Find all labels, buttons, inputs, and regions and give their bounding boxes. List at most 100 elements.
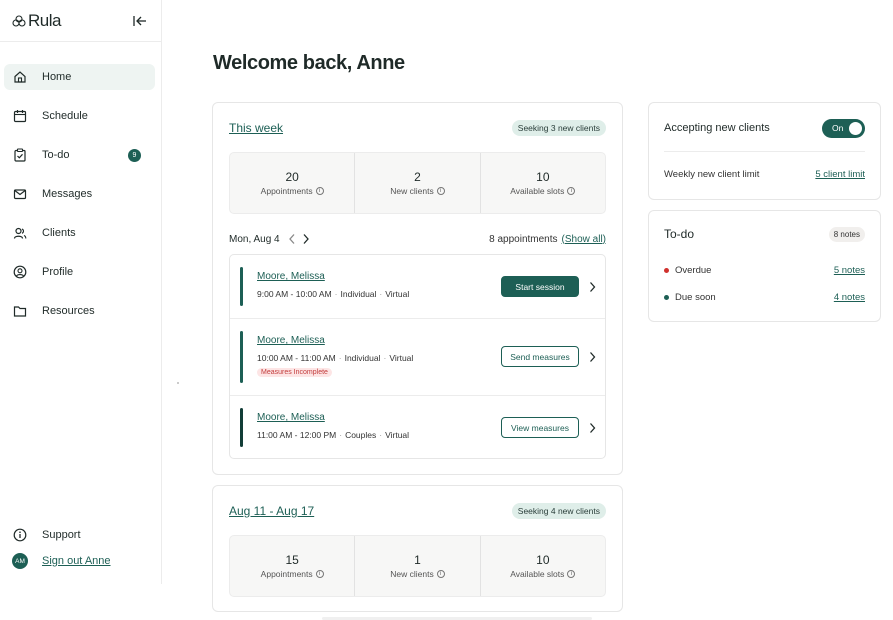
appointment-status-bar — [240, 331, 243, 383]
appointment-time: 9:00 AM - 10:00 AM — [257, 289, 332, 299]
signout-label[interactable]: Sign out Anne — [42, 555, 111, 567]
view-measures-button[interactable]: View measures — [501, 417, 579, 438]
rula-logo[interactable]: Rula — [12, 11, 61, 31]
chevron-left-icon — [288, 234, 295, 244]
accepting-toggle[interactable]: On — [822, 118, 865, 138]
stat-value: 1 — [414, 553, 421, 567]
sidebar-item-label: To-do — [42, 149, 70, 161]
overdue-notes-link[interactable]: 5 notes — [834, 265, 865, 276]
info-icon[interactable]: i — [315, 570, 324, 578]
stat-label-text: Appointments — [260, 569, 313, 579]
support-label: Support — [42, 529, 81, 541]
card-header: Aug 11 - Aug 17 Seeking 4 new clients — [229, 502, 606, 520]
overdue-dot — [664, 268, 669, 273]
sidebar-footer: Support AM Sign out Anne — [4, 522, 155, 574]
due-soon-notes-link[interactable]: 4 notes — [834, 292, 865, 303]
prev-day-button[interactable] — [288, 233, 296, 245]
appointment-row[interactable]: Moore, Melissa 11:00 AM - 12:00 PM · Coupl… — [230, 396, 605, 458]
brand-name: Rula — [28, 10, 61, 30]
show-all-link[interactable]: (Show all) — [562, 234, 606, 245]
rula-logo-icon — [12, 14, 26, 27]
sidebar-item-clients[interactable]: Clients — [4, 220, 155, 246]
week-stats: 15 Appointments i 1 New clients i 10 Avail… — [229, 535, 606, 597]
client-name-link[interactable]: Moore, Melissa — [257, 412, 325, 423]
send-measures-button[interactable]: Send measures — [501, 346, 579, 367]
todo-card: To-do 8 notes Overdue 5 notes Due soon 4… — [648, 210, 881, 322]
appointment-count: 8 appointments — [489, 233, 558, 245]
appointment-mode: Virtual — [389, 353, 414, 363]
this-week-card: This week Seeking 3 new clients 20 Appoi… — [212, 102, 623, 475]
stat-label-text: New clients — [390, 569, 434, 579]
appointment-type: Individual — [340, 289, 377, 299]
support-link[interactable]: Support — [4, 522, 155, 548]
stat-available-slots: 10 Available slots i — [481, 153, 605, 213]
appointment-status-bar — [240, 267, 243, 306]
appointment-list: Moore, Melissa 9:00 AM - 10:00 AM · Indivi… — [229, 254, 606, 459]
seeking-clients-badge: Seeking 3 new clients — [511, 120, 606, 136]
client-limit-link[interactable]: 5 client limit — [815, 169, 865, 180]
stat-appointments: 20 Appointments i — [230, 153, 356, 213]
todo-row-overdue: Overdue 5 notes — [664, 265, 865, 276]
sidebar-item-profile[interactable]: Profile — [4, 259, 155, 285]
appointment-status-bar — [240, 408, 243, 447]
next-week-link[interactable]: Aug 11 - Aug 17 — [229, 504, 314, 518]
divider — [664, 151, 865, 152]
sidebar-item-label: Schedule — [42, 110, 88, 122]
stat-value: 10 — [536, 170, 550, 184]
appointment-row[interactable]: Moore, Melissa 9:00 AM - 10:00 AM · Indivi… — [230, 255, 605, 319]
sidebar-item-todo[interactable]: To-do 9 — [4, 142, 155, 168]
todo-row-label: Due soon — [675, 292, 716, 303]
sidebar-item-label: Messages — [42, 188, 93, 200]
accepting-label: Accepting new clients — [664, 122, 770, 134]
appointment-row[interactable]: Moore, Melissa 10:00 AM - 11:00 AM · Indiv… — [230, 319, 605, 396]
expand-appointment-button[interactable] — [587, 280, 597, 294]
measures-incomplete-badge: Measures Incomplete — [257, 368, 332, 377]
expand-appointment-button[interactable] — [587, 421, 597, 435]
appointment-type: Couples — [345, 430, 377, 440]
sidebar-item-home[interactable]: Home — [4, 64, 155, 90]
next-day-button[interactable] — [302, 233, 310, 245]
stat-label-text: Available slots — [510, 569, 565, 579]
sidebar-item-messages[interactable]: Messages — [4, 181, 155, 207]
day-navigator: Mon, Aug 4 8 appointments (Show all) — [229, 231, 606, 247]
chevron-right-icon — [303, 234, 309, 244]
signout-link[interactable]: AM Sign out Anne — [4, 548, 155, 574]
client-name-link[interactable]: Moore, Melissa — [257, 335, 325, 346]
current-day: Mon, Aug 4 — [229, 233, 280, 245]
info-icon[interactable]: i — [436, 570, 445, 578]
todo-header: To-do 8 notes — [664, 225, 865, 243]
chevron-right-icon — [589, 423, 595, 433]
start-session-button[interactable]: Start session — [501, 276, 579, 297]
appointment-time: 11:00 AM - 12:00 PM — [257, 430, 337, 440]
avatar: AM — [12, 553, 28, 569]
this-week-link[interactable]: This week — [229, 121, 283, 135]
appointment-mode: Virtual — [385, 289, 410, 299]
sidebar-item-schedule[interactable]: Schedule — [4, 103, 155, 129]
info-icon[interactable]: i — [567, 570, 576, 578]
home-icon — [12, 69, 28, 85]
appointment-meta: 11:00 AM - 12:00 PM · Couples · Virtual — [257, 430, 410, 440]
sidebar-item-label: Profile — [42, 266, 74, 278]
stat-new-clients: 2 New clients i — [355, 153, 481, 213]
seeking-clients-badge: Seeking 4 new clients — [511, 503, 606, 519]
sidebar-item-resources[interactable]: Resources — [4, 298, 155, 324]
client-name-link[interactable]: Moore, Melissa — [257, 271, 325, 282]
users-icon — [12, 225, 28, 241]
todo-row-label: Overdue — [675, 265, 712, 276]
stat-label: New clients i — [390, 186, 445, 196]
info-icon[interactable]: i — [436, 187, 445, 195]
stat-label-text: Available slots — [510, 186, 565, 196]
client-limit-row: Weekly new client limit 5 client limit — [664, 169, 865, 180]
stat-label-text: New clients — [390, 186, 434, 196]
stat-value: 15 — [285, 553, 299, 567]
stat-label: Available slots i — [510, 186, 576, 196]
expand-appointment-button[interactable] — [587, 350, 597, 364]
info-icon[interactable]: i — [567, 187, 576, 195]
appointment-meta: 9:00 AM - 10:00 AM · Individual · Virtual — [257, 289, 410, 299]
main-nav: Home Schedule To-do 9 Messages Clients P… — [4, 64, 155, 337]
appointment-mode: Virtual — [385, 430, 410, 440]
collapse-sidebar-button[interactable] — [131, 12, 149, 30]
limit-label: Weekly new client limit — [664, 169, 760, 180]
info-icon[interactable]: i — [315, 187, 324, 195]
sidebar-item-label: Resources — [42, 305, 95, 317]
